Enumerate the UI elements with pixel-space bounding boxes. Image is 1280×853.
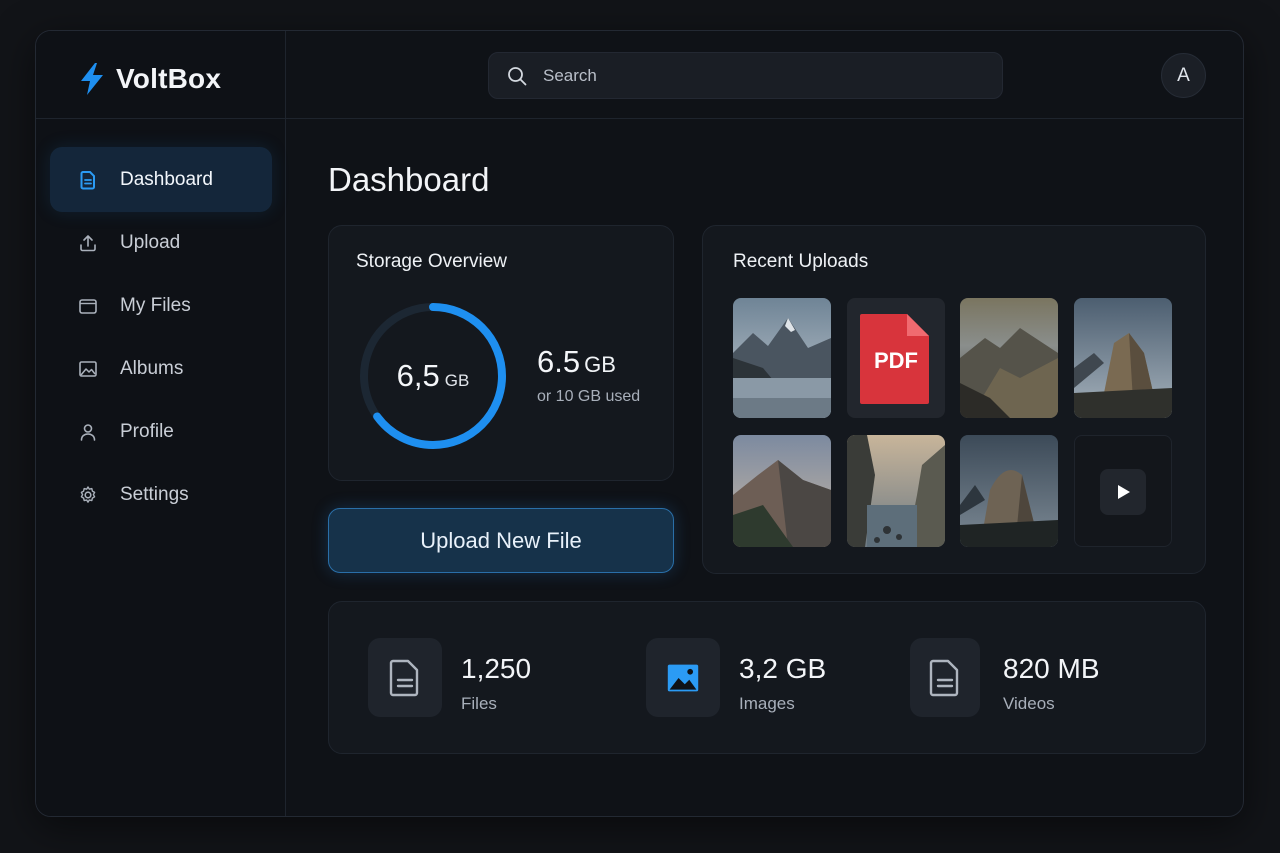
sidebar-item-upload[interactable]: Upload	[50, 210, 272, 275]
page-title: Dashboard	[328, 161, 490, 198]
storage-used-subtitle: or 10 GB used	[537, 388, 641, 405]
sidebar-item-label: Albums	[120, 357, 184, 379]
document-icon	[78, 170, 98, 190]
mountain-sunset-thumbnail[interactable]	[733, 435, 831, 547]
sidebar-item-label: Profile	[120, 420, 174, 442]
rock-dome-thumbnail[interactable]	[960, 435, 1058, 547]
sidebar-item-albums[interactable]: Albums	[50, 336, 272, 401]
rock-peak-thumbnail[interactable]	[1074, 298, 1172, 418]
sidebar-item-label: My Files	[120, 294, 191, 316]
gear-icon	[78, 485, 98, 505]
stat-value: 1,250	[461, 653, 532, 684]
mountain-lake-thumbnail[interactable]	[733, 298, 831, 418]
stat-value: 820 MB	[1003, 653, 1100, 684]
brand-name: VoltBox	[116, 63, 222, 94]
storage-overview-card: Storage Overview 6,5 GB 6.5 GB or 10 GB …	[328, 225, 674, 481]
sidebar: VoltBox Dashboard Upload My Files Albums…	[36, 31, 286, 816]
search-input[interactable]: Search	[543, 66, 597, 86]
storage-used: 6.5 GB	[537, 344, 616, 380]
image-icon	[78, 359, 98, 379]
sidebar-nav: Dashboard Upload My Files Albums Profile…	[50, 147, 272, 525]
upload-new-file-button[interactable]: Upload New File	[328, 508, 674, 573]
search-bar[interactable]: Search	[488, 52, 1003, 99]
mountain-valley-thumbnail[interactable]	[960, 298, 1058, 418]
brand[interactable]: VoltBox	[78, 59, 221, 99]
upload-icon	[78, 233, 98, 253]
lightning-bolt-icon	[81, 63, 103, 95]
file-icon	[910, 638, 980, 717]
ring-value: 6,5	[396, 358, 440, 393]
sidebar-item-settings[interactable]: Settings	[50, 462, 272, 527]
user-icon	[78, 422, 98, 442]
sidebar-item-dashboard[interactable]: Dashboard	[50, 147, 272, 212]
ring-unit: GB	[444, 371, 470, 390]
stat-value: 3,2 GB	[739, 653, 827, 684]
sidebar-item-label: Dashboard	[120, 168, 213, 190]
recent-uploads-card: Recent Uploads PDF	[702, 225, 1206, 574]
storage-used-unit: GB	[584, 352, 616, 377]
stat-label: Videos	[1003, 694, 1055, 713]
stats-card: 1,250 Files 3,2 GB Images 820 MB Videos	[328, 601, 1206, 754]
sidebar-item-profile[interactable]: Profile	[50, 399, 272, 464]
play-icon[interactable]	[1100, 469, 1146, 515]
sidebar-item-label: Upload	[120, 231, 181, 253]
storage-overview-title: Storage Overview	[356, 251, 508, 272]
avatar[interactable]: A	[1161, 53, 1206, 98]
pdf-thumbnail[interactable]: PDF	[847, 298, 945, 418]
sidebar-item-label: Settings	[120, 483, 189, 505]
storage-used-value: 6.5	[537, 344, 581, 379]
image-icon	[646, 638, 720, 717]
video-thumbnail[interactable]	[1074, 435, 1172, 547]
app-window: VoltBox Dashboard Upload My Files Albums…	[35, 30, 1244, 817]
recent-uploads-title: Recent Uploads	[733, 251, 869, 272]
stat-label: Files	[461, 694, 497, 713]
sidebar-item-my-files[interactable]: My Files	[50, 273, 272, 338]
coastal-cliffs-thumbnail[interactable]	[847, 435, 945, 547]
folder-icon	[78, 296, 98, 316]
ring-label: 6,5 GB	[357, 300, 509, 452]
file-icon	[368, 638, 442, 717]
header-divider	[36, 118, 1243, 119]
pdf-label: PDF	[874, 348, 918, 373]
search-icon	[508, 66, 527, 85]
stat-label: Images	[739, 694, 795, 713]
